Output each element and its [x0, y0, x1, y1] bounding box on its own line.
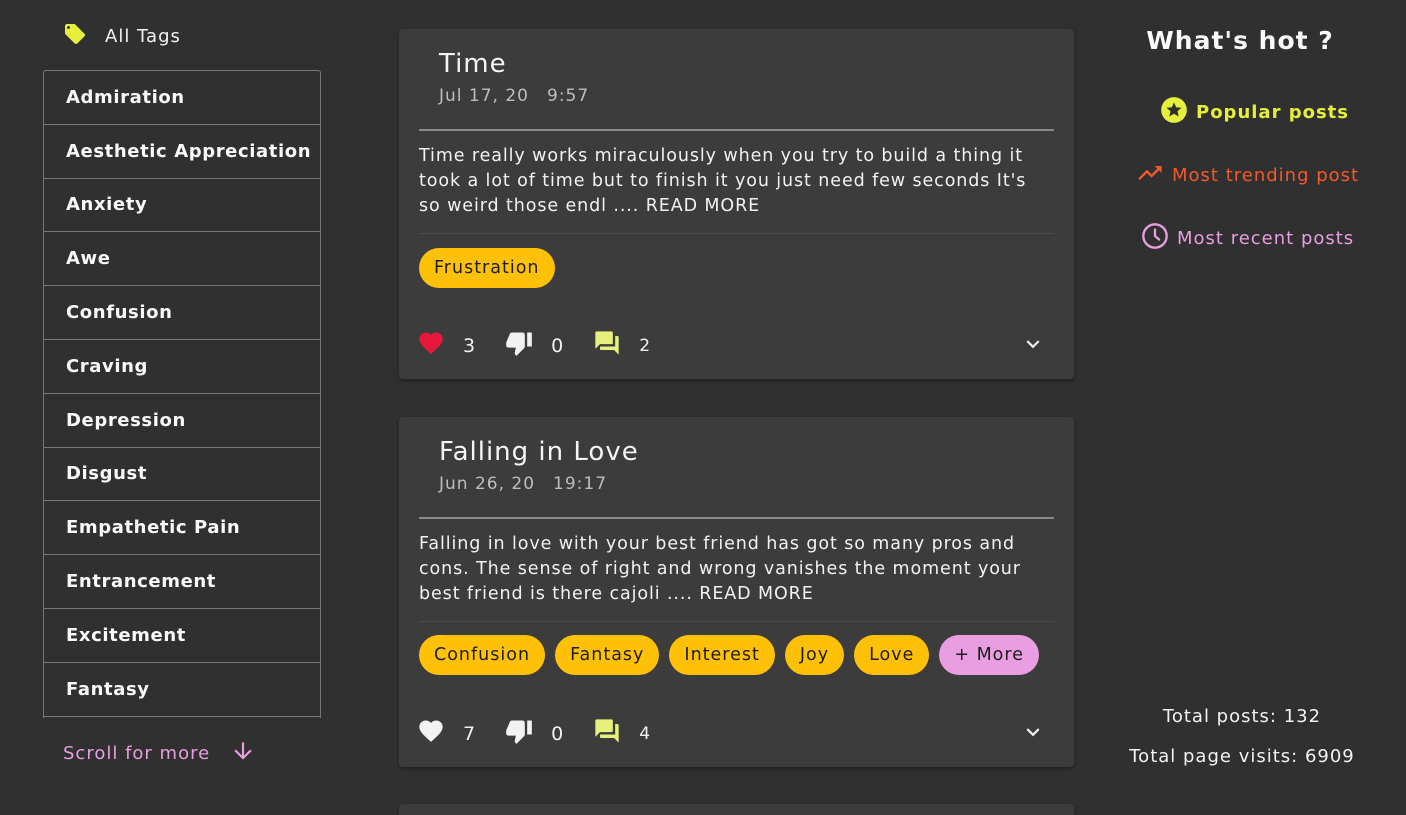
dislike-count: 0	[551, 722, 564, 745]
comment-count: 4	[639, 723, 651, 744]
tag-item-empathetic-pain[interactable]: Empathetic Pain	[44, 501, 320, 556]
tag-item-awe[interactable]: Awe	[44, 232, 320, 287]
chevron-down-icon	[1020, 339, 1046, 361]
tag-item-fantasy[interactable]: Fantasy	[44, 663, 320, 717]
dislike-count: 0	[551, 334, 564, 357]
post-date-time: 9:57	[547, 86, 590, 106]
all-tags-label: All Tags	[105, 26, 181, 47]
expand-button[interactable]	[1020, 719, 1046, 749]
scroll-for-more[interactable]: Scroll for more	[63, 738, 256, 769]
tag-item-excitement[interactable]: Excitement	[44, 609, 320, 663]
post-tags: Confusion Fantasy Interest Joy Love + Mo…	[419, 635, 1039, 675]
post-divider	[419, 517, 1054, 519]
tag-item-anxiety[interactable]: Anxiety	[44, 179, 320, 233]
post-date-day: Jun 26, 20	[439, 474, 536, 494]
tag-chip[interactable]: Joy	[784, 635, 845, 675]
expand-button[interactable]	[1020, 331, 1046, 361]
comment-button[interactable]: 2	[593, 329, 650, 362]
trending-post-label: Most trending post	[1172, 165, 1360, 186]
post-divider	[419, 129, 1054, 131]
like-button[interactable]: 3	[417, 329, 475, 362]
post-excerpt[interactable]: Time really works miraculously when you …	[419, 144, 1054, 219]
total-page-visits: Total page visits: 6909	[1129, 746, 1355, 767]
tag-chip[interactable]: Frustration	[419, 248, 555, 288]
more-tags-button[interactable]: + More	[939, 635, 1039, 675]
trending-up-icon	[1136, 159, 1164, 192]
comment-button[interactable]: 4	[593, 717, 650, 750]
tag-item-confusion[interactable]: Confusion	[44, 286, 320, 340]
tag-item-aesthetic-appreciation[interactable]: Aesthetic Appreciation	[44, 125, 320, 179]
tag-list[interactable]: Admiration Aesthetic Appreciation Anxiet…	[43, 70, 321, 718]
total-posts: Total posts: 132	[1162, 706, 1322, 727]
all-tags-header[interactable]: All Tags	[63, 22, 181, 51]
tag-chip[interactable]: Fantasy	[555, 635, 660, 675]
thumb-down-icon	[505, 717, 533, 750]
arrow-down-icon	[230, 738, 256, 769]
dislike-button[interactable]: 0	[505, 329, 563, 362]
forum-icon	[593, 717, 621, 750]
tag-icon	[63, 22, 87, 51]
recent-posts-link[interactable]: Most recent posts	[1141, 222, 1354, 255]
tag-item-craving[interactable]: Craving	[44, 340, 320, 394]
post-separator	[419, 621, 1054, 622]
clock-icon	[1141, 222, 1169, 255]
post-separator	[419, 233, 1054, 234]
tag-sidebar: All Tags Admiration Aesthetic Appreciati…	[43, 0, 321, 815]
post-title[interactable]: Falling in Love	[439, 437, 639, 467]
post-tags: Frustration	[419, 248, 555, 288]
post-date-day: Jul 17, 20	[439, 86, 529, 106]
like-count: 3	[463, 334, 476, 357]
post-card[interactable]: Time Jul 17, 20 9:57 Time really works m…	[399, 29, 1074, 379]
heart-icon	[417, 717, 445, 750]
popular-posts-label: Popular posts	[1196, 102, 1350, 123]
heart-icon	[417, 329, 445, 362]
star-circle-icon	[1160, 96, 1188, 129]
post-card[interactable]	[399, 804, 1074, 815]
tag-chip[interactable]: Confusion	[419, 635, 546, 675]
tag-item-entrancement[interactable]: Entrancement	[44, 555, 320, 609]
dislike-button[interactable]: 0	[505, 717, 563, 750]
comment-count: 2	[639, 335, 651, 356]
post-actions: 3 0 2	[417, 329, 1054, 362]
post-date-time: 19:17	[553, 474, 608, 494]
whats-hot-title: What's hot ?	[1146, 26, 1334, 55]
forum-icon	[593, 329, 621, 362]
post-excerpt[interactable]: Falling in love with your best friend ha…	[419, 532, 1054, 607]
tag-item-depression[interactable]: Depression	[44, 394, 320, 448]
scroll-more-label: Scroll for more	[63, 743, 211, 764]
chevron-down-icon	[1020, 727, 1046, 749]
popular-posts-link[interactable]: Popular posts	[1160, 96, 1349, 129]
tag-item-admiration[interactable]: Admiration	[44, 71, 320, 125]
thumb-down-icon	[505, 329, 533, 362]
like-button[interactable]: 7	[417, 717, 475, 750]
post-title[interactable]: Time	[439, 49, 507, 79]
tag-chip[interactable]: Love	[854, 635, 930, 675]
recent-posts-label: Most recent posts	[1177, 228, 1355, 249]
post-actions: 7 0 4	[417, 717, 1054, 750]
post-date: Jun 26, 20 19:17	[439, 474, 607, 494]
tag-item-disgust[interactable]: Disgust	[44, 448, 320, 502]
like-count: 7	[463, 722, 476, 745]
post-date: Jul 17, 20 9:57	[439, 86, 589, 106]
post-card[interactable]: Falling in Love Jun 26, 20 19:17 Falling…	[399, 417, 1074, 767]
tag-chip[interactable]: Interest	[669, 635, 775, 675]
trending-post-link[interactable]: Most trending post	[1136, 159, 1359, 192]
